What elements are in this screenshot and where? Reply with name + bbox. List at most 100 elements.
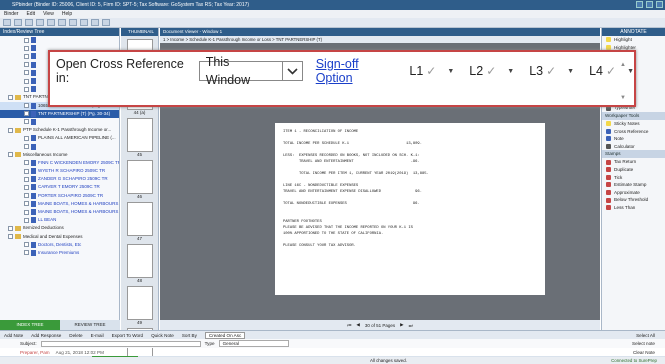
annotate-tool[interactable]: Calculator xyxy=(602,143,665,151)
caret-down-icon[interactable]: ▼ xyxy=(447,68,454,75)
scroll-down-icon[interactable]: ▼ xyxy=(620,95,628,103)
toolbar-button[interactable] xyxy=(47,19,55,26)
tree-checkbox[interactable] xyxy=(24,201,29,207)
tree-checkbox[interactable] xyxy=(24,209,29,215)
tree-checkbox[interactable] xyxy=(24,62,29,68)
clear-note-checkbox[interactable]: Clear Note xyxy=(633,350,655,355)
tree-item[interactable]: MAINE BOATS, HOMES & HARBOURS xyxy=(0,208,119,216)
add-response-button[interactable]: Add Response xyxy=(31,333,61,338)
annotate-tool[interactable]: Approximate xyxy=(602,189,665,197)
caret-down-icon[interactable]: ▼ xyxy=(567,68,574,75)
tree-checkbox[interactable] xyxy=(24,45,29,51)
tree-item[interactable]: Medical and Dental Expenses xyxy=(0,233,119,241)
tree-item[interactable]: WYETH R SCHAPIRO 2509C TR xyxy=(0,167,119,175)
tree-checkbox[interactable] xyxy=(24,37,29,43)
annotate-tool[interactable]: Highlight xyxy=(602,36,665,44)
tree-checkbox[interactable] xyxy=(24,144,29,150)
tree-item[interactable]: TNT PARTNERSHIP (T) (Pg. 30-34) xyxy=(0,109,119,118)
delete-button[interactable]: Delete xyxy=(69,333,82,338)
level-1-signoff[interactable]: L1 ✓ ▼ xyxy=(409,64,454,78)
tree-checkbox[interactable] xyxy=(8,127,13,133)
tree-checkbox[interactable] xyxy=(24,135,29,141)
page-thumbnail[interactable] xyxy=(126,202,153,236)
toolbar-button[interactable] xyxy=(58,19,66,26)
menu-edit[interactable]: Edit xyxy=(26,10,35,18)
next-page-icon[interactable]: ▶ xyxy=(400,322,403,328)
quick-note-button[interactable]: Quick Note xyxy=(151,333,174,338)
last-page-icon[interactable]: ⏭ xyxy=(409,323,413,328)
tree-checkbox[interactable] xyxy=(24,176,29,182)
tree-checkbox[interactable] xyxy=(24,184,29,190)
toolbar-button[interactable] xyxy=(91,19,99,26)
tree-checkbox[interactable] xyxy=(24,168,29,174)
tree-item[interactable] xyxy=(0,36,119,44)
toolbar-button[interactable] xyxy=(69,19,77,26)
export-word-button[interactable]: Export To Word xyxy=(112,333,144,338)
tree-item[interactable]: Miscellaneous Income xyxy=(0,151,119,159)
menu-binder[interactable]: Binder xyxy=(4,10,18,18)
open-in-select[interactable]: This Window xyxy=(198,55,303,87)
toolbar-button[interactable] xyxy=(14,19,22,26)
tree-checkbox[interactable] xyxy=(24,111,29,117)
tree-checkbox[interactable] xyxy=(24,103,29,109)
caret-down-icon[interactable]: ▼ xyxy=(507,68,514,75)
tree-item[interactable]: PLAINS ALL AMERICAN PIPELINE (... xyxy=(0,134,119,142)
level-3-signoff[interactable]: L3 ✓ ▼ xyxy=(529,64,574,78)
tree-checkbox[interactable] xyxy=(24,70,29,76)
tree-checkbox[interactable] xyxy=(24,53,29,59)
page-thumbnail[interactable] xyxy=(126,160,153,194)
tree-checkbox[interactable] xyxy=(24,78,29,84)
select-note-checkbox[interactable]: Select note xyxy=(632,341,655,346)
tree-checkbox[interactable] xyxy=(24,86,29,92)
tree-item[interactable]: Itemized Deductions xyxy=(0,224,119,232)
tree-item[interactable]: CARVER T EMORY 2509C TR xyxy=(0,183,119,191)
tree-item[interactable]: FINN C WICKENDEN EMORY 2509C TR xyxy=(0,159,119,167)
page-thumbnail[interactable] xyxy=(126,118,153,152)
sort-by-select[interactable]: Created On Asc xyxy=(204,331,246,339)
tree-checkbox[interactable] xyxy=(24,242,29,248)
annotate-tool[interactable]: Cross Reference xyxy=(602,128,665,136)
toolbar-button[interactable] xyxy=(80,19,88,26)
add-note-button[interactable]: Add Note xyxy=(4,333,23,338)
tree-checkbox[interactable] xyxy=(8,225,13,231)
breadcrumb[interactable]: 1 > Income > Schedule K-1 Passthrough In… xyxy=(160,36,600,43)
tree-checkbox[interactable] xyxy=(24,250,29,256)
annotate-tool[interactable]: Note xyxy=(602,135,665,143)
menu-help[interactable]: Help xyxy=(62,10,72,18)
tree-item[interactable] xyxy=(0,142,119,150)
annotate-tool[interactable]: Below Threshold xyxy=(602,196,665,204)
tool-section-header[interactable]: Stamps xyxy=(602,150,665,159)
tool-section-header[interactable]: Workpaper Tools xyxy=(602,111,665,120)
tree-item[interactable]: MAINE BOATS, HOMES & HARBOURS xyxy=(0,200,119,208)
annotate-tool[interactable]: Tax Return xyxy=(602,158,665,166)
tree-checkbox[interactable] xyxy=(24,193,29,199)
toolbar-button[interactable] xyxy=(25,19,33,26)
page-thumbnail[interactable] xyxy=(126,286,153,320)
tree-checkbox[interactable] xyxy=(8,152,13,158)
tree-item[interactable]: Doctors, Dentists, Etc xyxy=(0,241,119,249)
tree-checkbox[interactable] xyxy=(8,94,13,100)
toolbar-button[interactable] xyxy=(36,19,44,26)
level-2-signoff[interactable]: L2 ✓ ▼ xyxy=(469,64,514,78)
caret-down-icon[interactable]: ▼ xyxy=(627,68,634,75)
page-thumbnail[interactable] xyxy=(126,244,153,278)
sign-off-option-link[interactable]: Sign-off Option xyxy=(316,57,395,85)
maximize-button[interactable] xyxy=(646,1,653,8)
subject-input[interactable] xyxy=(40,340,201,347)
tree-item[interactable]: LL BEAN xyxy=(0,216,119,224)
annotate-tool[interactable]: Tick xyxy=(602,174,665,182)
prev-page-icon[interactable]: ◀ xyxy=(356,322,359,328)
tree-checkbox[interactable] xyxy=(24,119,29,125)
tab-index-tree[interactable]: INDEX TREE xyxy=(0,320,60,330)
tree-item[interactable] xyxy=(0,118,119,126)
menu-view[interactable]: View xyxy=(43,10,54,18)
tree-item[interactable]: ZANDER G SCHAPIRO 2509C TR xyxy=(0,175,119,183)
select-all-checkbox[interactable]: Select All xyxy=(636,333,655,338)
email-button[interactable]: E-mail xyxy=(91,333,104,338)
minimize-button[interactable] xyxy=(636,1,643,8)
type-select[interactable]: General xyxy=(218,340,289,347)
tree-item[interactable]: Insurance Premiums xyxy=(0,249,119,257)
annotate-tool[interactable]: Less Than xyxy=(602,204,665,212)
toolbar-button[interactable] xyxy=(3,19,11,26)
toolbar-button[interactable] xyxy=(102,19,110,26)
